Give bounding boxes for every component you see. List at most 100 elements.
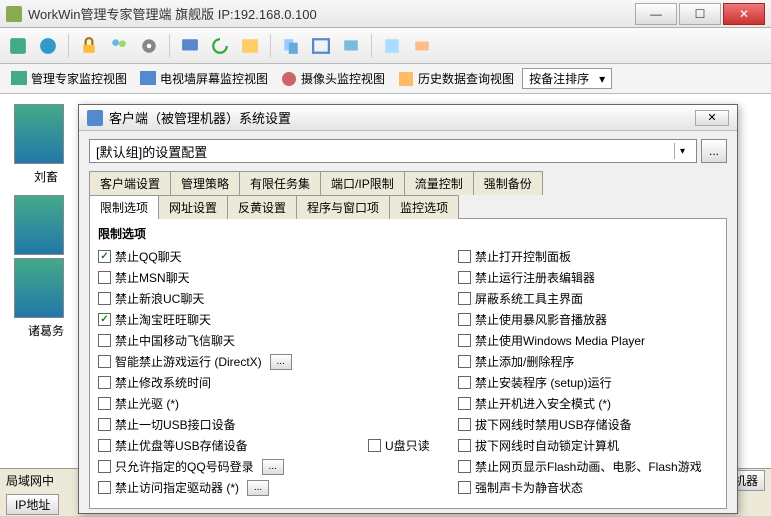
users-icon[interactable] <box>107 34 131 58</box>
checkbox[interactable] <box>458 439 471 452</box>
list-icon[interactable] <box>380 34 404 58</box>
checkbox[interactable] <box>368 439 381 452</box>
close-button[interactable]: ✕ <box>723 3 765 25</box>
image-icon[interactable] <box>238 34 262 58</box>
checkbox[interactable] <box>458 292 471 305</box>
chevron-down-icon: ▾ <box>599 72 605 86</box>
tab-manage-policy[interactable]: 管理策略 <box>170 171 240 195</box>
client-thumbnail[interactable] <box>14 104 64 164</box>
card-icon[interactable] <box>410 34 434 58</box>
checkbox[interactable] <box>98 376 111 389</box>
camera-view-button[interactable]: 摄像头监控视图 <box>276 68 389 90</box>
group-title: 限制选项 <box>98 225 718 242</box>
restriction-item: 禁止运行注册表编辑器 <box>458 267 718 288</box>
checkbox[interactable] <box>98 250 111 263</box>
restriction-label: 禁止一切USB接口设备 <box>115 416 236 433</box>
restriction-item: 禁止优盘等USB存储设备 <box>98 435 358 456</box>
tab-restrictions[interactable]: 限制选项 <box>89 195 159 219</box>
detail-button[interactable]: ... <box>247 480 269 496</box>
restriction-label: 屏蔽系统工具主界面 <box>475 290 583 307</box>
checkbox[interactable] <box>98 481 111 494</box>
checkbox[interactable] <box>98 292 111 305</box>
checkbox[interactable] <box>458 460 471 473</box>
tab-url-settings[interactable]: 网址设置 <box>158 195 228 219</box>
tab-monitor-options[interactable]: 监控选项 <box>389 195 459 219</box>
tab-antiporn[interactable]: 反黄设置 <box>227 195 297 219</box>
tab-traffic[interactable]: 流量控制 <box>404 171 474 195</box>
ip-address-button[interactable]: IP地址 <box>6 494 59 515</box>
client-thumbnail[interactable] <box>14 258 64 318</box>
screen-icon[interactable] <box>339 34 363 58</box>
globe-icon[interactable] <box>36 34 60 58</box>
checkbox[interactable] <box>98 439 111 452</box>
view-bar: 管理专家监控视图 电视墙屏幕监控视图 摄像头监控视图 历史数据查询视图 按备注排… <box>0 64 771 94</box>
app-icon <box>6 6 22 22</box>
restriction-item: 禁止一切USB接口设备 <box>98 414 358 435</box>
restriction-item: 禁止使用暴风影音播放器 <box>458 309 718 330</box>
checkbox[interactable] <box>98 271 111 284</box>
camera-view-label: 摄像头监控视图 <box>301 70 385 87</box>
restriction-label: 强制声卡为静音状态 <box>475 479 583 496</box>
copy-icon[interactable] <box>279 34 303 58</box>
restriction-label: 禁止使用Windows Media Player <box>475 332 645 349</box>
checkbox[interactable] <box>98 313 111 326</box>
checkbox[interactable] <box>98 397 111 410</box>
checkbox[interactable] <box>458 271 471 284</box>
restriction-item: 拔下网线时自动锁定计算机 <box>458 435 718 456</box>
lan-label: 局域网中 <box>6 472 54 489</box>
restriction-item: 禁止修改系统时间 <box>98 372 358 393</box>
restriction-label: 智能禁止游戏运行 (DirectX) <box>115 353 262 370</box>
lock-icon[interactable] <box>77 34 101 58</box>
checkbox[interactable] <box>458 250 471 263</box>
restriction-label: 禁止修改系统时间 <box>115 374 211 391</box>
client-label: 刘畜 <box>14 168 78 185</box>
restriction-item: 屏蔽系统工具主界面 <box>458 288 718 309</box>
maximize-button[interactable]: ☐ <box>679 3 721 25</box>
checkbox[interactable] <box>458 481 471 494</box>
tvwall-view-button[interactable]: 电视墙屏幕监控视图 <box>135 68 272 90</box>
checkbox[interactable] <box>458 418 471 431</box>
checkbox[interactable] <box>458 313 471 326</box>
client-label: 诸葛务 <box>14 322 78 339</box>
restriction-label: 禁止QQ聊天 <box>115 248 182 265</box>
restriction-label: 拔下网线时自动锁定计算机 <box>475 437 619 454</box>
checkbox[interactable] <box>458 355 471 368</box>
restriction-label: 禁止光驱 (*) <box>115 395 179 412</box>
restriction-item: 禁止光驱 (*) <box>98 393 358 414</box>
checkbox[interactable] <box>458 397 471 410</box>
tab-limited-tasks[interactable]: 有限任务集 <box>239 171 321 195</box>
tabs-row-2: 限制选项 网址设置 反黄设置 程序与窗口项 监控选项 <box>89 195 727 219</box>
checkbox[interactable] <box>98 418 111 431</box>
restriction-label: U盘只读 <box>385 437 430 454</box>
restriction-item: 禁止淘宝旺旺聊天 <box>98 309 358 330</box>
checkbox[interactable] <box>458 334 471 347</box>
restriction-item: 禁止访问指定驱动器 (*)... <box>98 477 358 498</box>
checkbox[interactable] <box>98 460 111 473</box>
restriction-item: 禁止添加/删除程序 <box>458 351 718 372</box>
refresh-icon[interactable] <box>208 34 232 58</box>
tab-client-settings[interactable]: 客户端设置 <box>89 171 171 195</box>
group-combo[interactable]: [默认组]的设置配置 ▾ <box>89 139 697 163</box>
expert-view-button[interactable]: 管理专家监控视图 <box>6 68 131 90</box>
restriction-item: 禁止开机进入安全模式 (*) <box>458 393 718 414</box>
monitor-icon[interactable] <box>178 34 202 58</box>
restriction-item: 禁止网页显示Flash动画、电影、Flash游戏 <box>458 456 718 477</box>
window-icon[interactable] <box>309 34 333 58</box>
detail-button[interactable]: ... <box>270 354 292 370</box>
history-view-label: 历史数据查询视图 <box>418 70 514 87</box>
dialog-close-button[interactable]: ✕ <box>695 110 729 126</box>
tab-force-backup[interactable]: 强制备份 <box>473 171 543 195</box>
home-icon[interactable] <box>6 34 30 58</box>
gear-icon[interactable] <box>137 34 161 58</box>
client-thumbnail[interactable] <box>14 195 64 255</box>
detail-button[interactable]: ... <box>262 459 284 475</box>
tab-port-ip[interactable]: 端口/IP限制 <box>320 171 405 195</box>
checkbox[interactable] <box>98 334 111 347</box>
minimize-button[interactable]: — <box>635 3 677 25</box>
tab-programs-windows[interactable]: 程序与窗口项 <box>296 195 390 219</box>
checkbox[interactable] <box>458 376 471 389</box>
checkbox[interactable] <box>98 355 111 368</box>
sort-dropdown[interactable]: 按备注排序▾ <box>522 68 612 89</box>
history-view-button[interactable]: 历史数据查询视图 <box>393 68 518 90</box>
browse-button[interactable]: ... <box>701 139 727 163</box>
